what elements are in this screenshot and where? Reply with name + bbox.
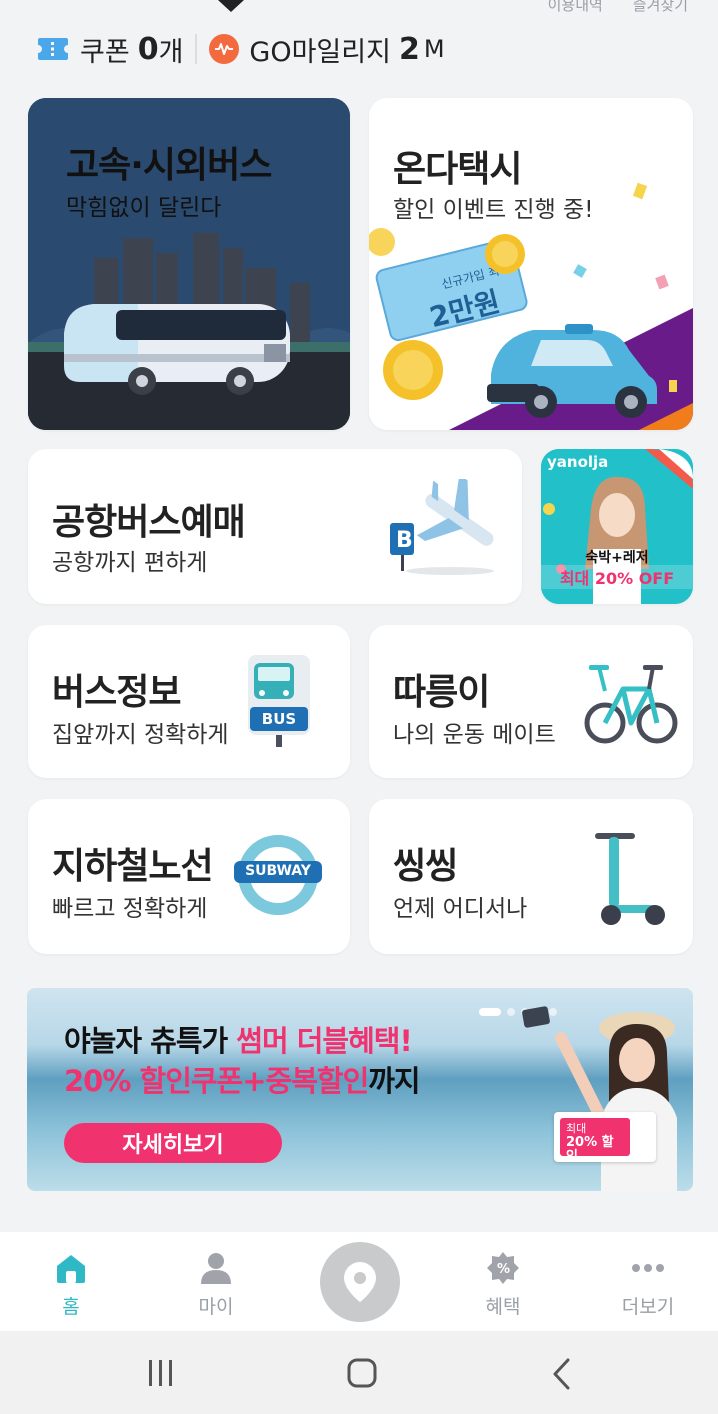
person-icon [201, 1253, 231, 1284]
bicycle-icon [584, 665, 678, 744]
card-subtitle: 공항까지 편하게 [52, 550, 208, 576]
card-title: 지하철노선 [52, 846, 214, 887]
back-icon[interactable] [552, 1358, 572, 1390]
card-title: 온다택시 [393, 149, 522, 190]
coupon-unit: 개 [158, 36, 184, 68]
tab-map[interactable] [320, 1242, 400, 1322]
card-title: 공항버스예매 [52, 502, 246, 543]
tab-home[interactable]: 홈 [26, 1250, 116, 1319]
airport-bus-card[interactable]: 공항버스예매 공항까지 편하게 B [28, 449, 522, 604]
airplane-icon: B [390, 479, 494, 575]
bus-stop-icon [248, 655, 310, 747]
card-title: 고속·시외버스 [66, 145, 272, 186]
subway-card[interactable]: 지하철노선 빠르고 정확하게 SUBWAY [28, 799, 350, 954]
tab-benefits[interactable]: % 혜택 [458, 1250, 548, 1319]
scooter-icon [595, 833, 665, 925]
mileage-value[interactable]: 2 [399, 32, 420, 67]
top-links: 이용내역 즐겨찾기 [548, 0, 688, 15]
bus-sign-text: BUS [261, 710, 297, 728]
onda-taxi-card[interactable]: 신규가입 최대 2만원 온다택시 할인 이벤트 진행 중! [369, 98, 693, 430]
favorites-link[interactable]: 즐겨찾기 [633, 0, 688, 15]
card-subtitle: 언제 어디서나 [393, 896, 528, 922]
more-icon [632, 1264, 664, 1272]
card-subtitle: 막힘없이 달린다 [66, 195, 222, 221]
svg-text:B: B [396, 528, 413, 553]
system-nav-bar [0, 1331, 718, 1414]
details-button[interactable]: 자세히보기 [64, 1123, 282, 1163]
ttareungyi-card[interactable]: 따릉이 나의 운동 메이트 [369, 625, 693, 778]
mileage-unit: M [423, 35, 445, 63]
home-button-icon[interactable] [347, 1358, 377, 1388]
yanolja-ad[interactable]: yanolja 숙박+레저 최대 20% OFF [541, 449, 693, 604]
banner-line1: 야놀자 츄특가 썸머 더블혜택! [64, 1024, 413, 1058]
card-subtitle: 할인 이벤트 진행 중! [393, 197, 594, 223]
mileage-label[interactable]: GO마일리지 [249, 30, 391, 69]
tab-more[interactable]: 더보기 [603, 1250, 693, 1319]
woman-selfie-illustration [522, 1006, 677, 1191]
express-bus-card[interactable]: 고속·시외버스 막힘없이 달린다 [28, 98, 350, 430]
tab-my[interactable]: 마이 [171, 1250, 261, 1319]
map-pin-icon [344, 1262, 376, 1302]
subway-sign-text: SUBWAY [245, 863, 311, 879]
card-title: 씽씽 [393, 846, 458, 887]
benefit-icon: % [487, 1252, 519, 1284]
status-notch [218, 0, 244, 12]
ad-brand: yanolja [547, 453, 609, 471]
coupon-graphic: 최대 20% 할인 [554, 1112, 656, 1164]
card-subtitle: 집앞까지 정확하게 [52, 722, 229, 748]
mileage-icon [209, 34, 240, 64]
history-link[interactable]: 이용내역 [548, 0, 603, 15]
divider [195, 34, 198, 64]
coupon-ticket-icon [38, 38, 68, 60]
card-title: 버스정보 [52, 672, 181, 713]
promo-banner[interactable]: 야놀자 츄특가 썸머 더블혜택! 20% 할인쿠폰+중복할인까지 자세히보기 최… [27, 988, 693, 1191]
points-summary: 쿠폰 0개 GO마일리지 2M [38, 30, 445, 68]
home-icon [57, 1255, 85, 1283]
coupon-count[interactable]: 0 [138, 32, 159, 67]
recent-apps-icon[interactable] [146, 1359, 176, 1387]
ssingssing-card[interactable]: 씽씽 언제 어디서나 [369, 799, 693, 954]
bottom-tab-bar: 홈 마이 % 혜택 더보기 [0, 1232, 718, 1331]
card-subtitle: 빠르고 정확하게 [52, 896, 208, 922]
ad-line2: 최대 20% OFF [541, 565, 693, 589]
ad-line1: 숙박+레저 [585, 550, 649, 566]
banner-line2: 20% 할인쿠폰+중복할인까지 [64, 1064, 421, 1098]
coupon-label[interactable]: 쿠폰 [80, 30, 130, 69]
card-subtitle: 나의 운동 메이트 [393, 722, 556, 748]
card-title: 따릉이 [393, 672, 490, 713]
svg-text:%: % [497, 1262, 510, 1277]
bus-info-card[interactable]: 버스정보 집앞까지 정확하게 BUS [28, 625, 350, 778]
